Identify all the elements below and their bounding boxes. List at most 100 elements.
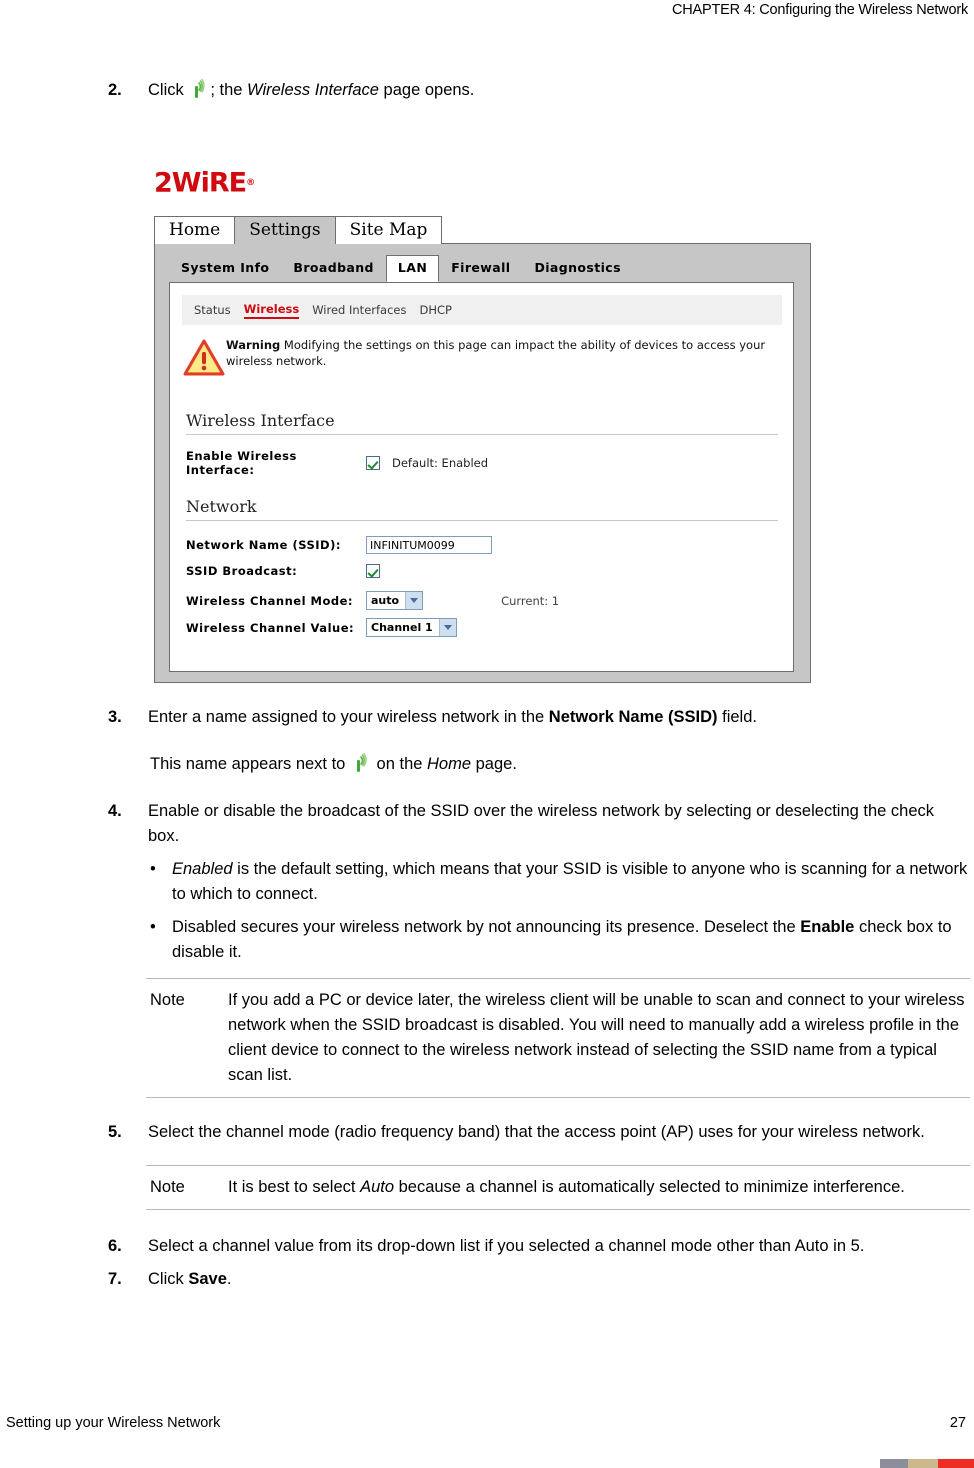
- enable-wireless-checkbox[interactable]: [366, 456, 380, 470]
- twowire-logo: 2WiRE®: [154, 168, 284, 198]
- note-1-text: If you add a PC or device later, the wir…: [228, 991, 965, 1084]
- step-7-bold: Save: [188, 1270, 227, 1288]
- step-5: 5. Select the channel mode (radio freque…: [0, 1120, 974, 1145]
- settings-panel: System Info Broadband LAN Firewall Diagn…: [154, 243, 811, 683]
- step-7-text: Click Save.: [148, 1267, 974, 1292]
- channel-mode-select[interactable]: auto: [366, 591, 424, 610]
- current-channel-label: Current: 1: [501, 593, 560, 608]
- section-wireless-interface-title: Wireless Interface: [186, 411, 335, 430]
- warning-banner: Warning Modifying the settings on this p…: [182, 335, 787, 379]
- subtab-system-info[interactable]: System Info: [169, 255, 281, 281]
- subtab-diagnostics[interactable]: Diagnostics: [522, 255, 632, 281]
- tab-settings[interactable]: Settings: [234, 216, 336, 244]
- chevron-down-icon: [405, 592, 423, 609]
- step-3-subparagraph: This name appears next to on the Home pa…: [150, 752, 964, 777]
- subtab-broadband[interactable]: Broadband: [281, 255, 386, 281]
- subnav-wireless[interactable]: Wireless: [243, 302, 300, 319]
- note-2-label: Note: [150, 1178, 185, 1196]
- channel-value-select[interactable]: Channel 1: [366, 618, 457, 637]
- step-2-post: page opens.: [383, 81, 475, 99]
- subnav-wired-interfaces[interactable]: Wired Interfaces: [312, 303, 406, 317]
- note-2-post: because a channel is automatically selec…: [394, 1178, 905, 1196]
- row-channel-value: Wireless Channel Value: Channel 1: [186, 618, 778, 637]
- warning-label: Warning: [226, 338, 281, 352]
- step-3-text: Enter a name assigned to your wireless n…: [148, 705, 974, 730]
- step-3-sub-italic: Home: [427, 755, 472, 773]
- step-7: 7. Click Save.: [0, 1267, 974, 1292]
- step-4-bullet-2-bold: Enable: [800, 918, 855, 936]
- network-name-input[interactable]: INFINITUM0099: [366, 536, 492, 554]
- step-4-bullet-2: • Disabled secures your wireless network…: [150, 915, 968, 965]
- wireless-signal-icon: [353, 752, 369, 773]
- subtab-lan[interactable]: LAN: [385, 255, 440, 282]
- note-1-label: Note: [150, 991, 185, 1009]
- step-2-pre: Click: [148, 81, 184, 99]
- step-3-sub-post: page.: [475, 755, 517, 773]
- step-3-pre: Enter a name assigned to your wireless n…: [148, 708, 545, 726]
- tab-home[interactable]: Home: [154, 216, 236, 244]
- step-2-mid: ; the: [210, 81, 243, 99]
- color-bar-segment-red: [938, 1459, 974, 1468]
- ssid-broadcast-checkbox[interactable]: [366, 564, 380, 578]
- step-3-post: field.: [722, 708, 757, 726]
- tab-site-map[interactable]: Site Map: [334, 216, 443, 244]
- primary-tab-bar: Home Settings Site Map: [154, 214, 443, 244]
- footer-section-title: Setting up your Wireless Network: [6, 1415, 221, 1431]
- color-bar-segment-tan: [908, 1459, 938, 1468]
- enable-wireless-label: Enable Wireless Interface:: [186, 449, 297, 477]
- step-4-bullet-1-rest: is the default setting, which means that…: [172, 860, 968, 903]
- secondary-tab-bar: System Info Broadband LAN Firewall Diagn…: [169, 255, 633, 282]
- section-divider: [186, 520, 778, 521]
- footer-color-bar: [880, 1459, 974, 1468]
- step-7-post: .: [226, 1270, 232, 1288]
- step-5-number: 5.: [108, 1123, 122, 1141]
- step-4-text: Enable or disable the broadcast of the S…: [148, 802, 935, 845]
- warning-body: Modifying the settings on this page can …: [226, 338, 766, 368]
- enable-wireless-default-note: Default: Enabled: [392, 456, 489, 470]
- warning-triangle-icon: [182, 337, 226, 379]
- note-2-text: It is best to select Auto because a chan…: [228, 1175, 974, 1200]
- bullet-dot-icon: •: [150, 860, 156, 878]
- channel-mode-label: Wireless Channel Mode:: [186, 593, 354, 608]
- section-network: Network: [186, 497, 778, 521]
- step-7-pre: Click: [148, 1270, 184, 1288]
- ssid-broadcast-label: SSID Broadcast:: [186, 564, 298, 578]
- warning-text: Warning Modifying the settings on this p…: [226, 335, 787, 369]
- step-3-sub-mid: on the: [376, 755, 423, 773]
- step-2-number: 2.: [108, 81, 122, 99]
- step-3-sub-pre: This name appears next to: [150, 755, 346, 773]
- note-2-italic: Auto: [360, 1178, 395, 1196]
- row-enable-wireless: Enable Wireless Interface: Default: Enab…: [186, 449, 778, 477]
- subnav-dhcp[interactable]: DHCP: [419, 303, 451, 317]
- color-bar-segment-gray: [880, 1459, 908, 1468]
- step-3: 3. Enter a name assigned to your wireles…: [0, 705, 974, 730]
- lan-content-area: Status Wireless Wired Interfaces DHCP Wa…: [169, 282, 794, 672]
- step-6-number: 6.: [108, 1237, 122, 1255]
- router-ui-screenshot: 2WiRE® Home Settings Site Map System Inf…: [150, 162, 820, 687]
- row-network-name: Network Name (SSID): INFINITUM0099: [186, 536, 778, 554]
- bullet-dot-icon: •: [150, 918, 156, 936]
- step-3-bold: Network Name (SSID): [548, 708, 718, 726]
- step-7-number: 7.: [108, 1270, 122, 1288]
- step-4-bullet-1-text: Enabled is the default setting, which me…: [172, 857, 968, 907]
- network-name-label: Network Name (SSID):: [186, 538, 341, 552]
- step-4-bullet-2-text: Disabled secures your wireless network b…: [172, 915, 968, 965]
- step-2-italic: Wireless Interface: [247, 81, 379, 99]
- step-3-number: 3.: [108, 708, 122, 726]
- step-6: 6. Select a channel value from its drop-…: [0, 1234, 974, 1259]
- row-channel-mode: Wireless Channel Mode: auto Current: 1: [186, 591, 778, 610]
- step-6-text: Select a channel value from its drop-dow…: [148, 1237, 865, 1255]
- step-2: 2. Click ; the Wireless Interface page o…: [0, 78, 974, 103]
- step-4-number: 4.: [108, 802, 122, 820]
- channel-mode-value: auto: [371, 594, 400, 607]
- logo-registered-mark: ®: [246, 178, 255, 188]
- row-ssid-broadcast: SSID Broadcast:: [186, 564, 778, 578]
- step-4: 4. Enable or disable the broadcast of th…: [0, 799, 974, 849]
- note-block-2: Note It is best to select Auto because a…: [0, 1165, 974, 1210]
- section-divider: [186, 434, 778, 435]
- wireless-signal-icon: [191, 78, 207, 99]
- subnav-status[interactable]: Status: [194, 303, 231, 317]
- footer-page-number: 27: [949, 1415, 966, 1431]
- subtab-firewall[interactable]: Firewall: [439, 255, 522, 281]
- step-4-bullet-1-italic: Enabled: [172, 860, 233, 878]
